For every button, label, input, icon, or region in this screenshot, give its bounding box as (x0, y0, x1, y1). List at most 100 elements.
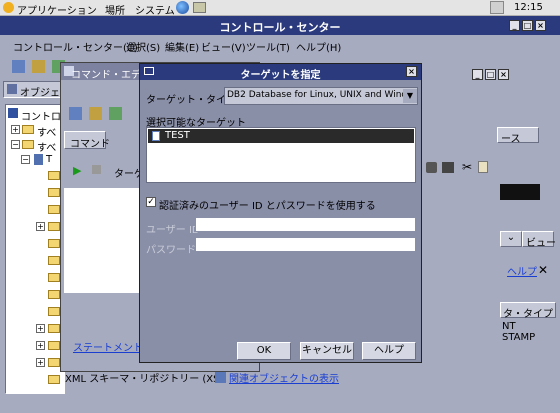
folder-icon (48, 341, 60, 350)
ok-button[interactable]: OK (237, 342, 291, 360)
expander-icon[interactable]: + (36, 222, 45, 231)
tab-object-label: オブジェ (20, 88, 60, 99)
help-button[interactable]: ヘルプ (362, 342, 416, 360)
applications-menu[interactable]: アプリケーション (17, 2, 97, 17)
instance-icon[interactable] (32, 60, 45, 73)
target-type-label: ターゲット・タイプ (146, 95, 236, 106)
close-icon[interactable]: × (406, 66, 417, 77)
menu-edit[interactable]: 編集(E) (165, 39, 199, 54)
related-objects-icon (215, 372, 226, 383)
folder-icon (22, 140, 34, 149)
type-column-header[interactable]: タ・タイプ (500, 302, 556, 320)
tree-root-icon (8, 108, 18, 118)
folder-icon (48, 290, 60, 299)
tree-item-xsr[interactable]: XML スキーマ・リポジトリー (XSR (65, 370, 226, 385)
instance-icon[interactable] (89, 107, 102, 120)
expander-icon[interactable]: − (21, 155, 30, 164)
maximize-icon[interactable]: □ (522, 20, 533, 31)
systems-icon[interactable] (69, 107, 82, 120)
menu-control-center[interactable]: コントロール・センター(C) (13, 39, 138, 54)
menu-tools[interactable]: ツール(T) (246, 39, 290, 54)
type-cell: NT (502, 321, 516, 332)
close-icon[interactable]: ✕ (538, 263, 548, 277)
tab-command-label: コマンド (70, 139, 110, 150)
db-icon (34, 154, 43, 165)
cancel-button[interactable]: キャンセル (300, 342, 354, 360)
minimize-icon[interactable]: _ (472, 69, 483, 80)
folder-icon (48, 324, 60, 333)
close-icon[interactable]: × (535, 20, 546, 31)
folder-icon (22, 125, 34, 134)
folder-icon (48, 358, 60, 367)
tab-object[interactable]: オブジェ (3, 81, 65, 99)
foot-icon (3, 2, 14, 13)
chevron-down-icon[interactable]: ▼ (403, 89, 417, 103)
view-dropdown-icon[interactable]: ⌄ (500, 231, 522, 247)
systems-icon[interactable] (12, 60, 25, 73)
source-column[interactable]: ース (497, 127, 539, 145)
find-icon[interactable] (426, 162, 437, 173)
stop-icon (92, 165, 101, 174)
maximize-icon[interactable]: □ (485, 69, 496, 80)
browser-icon[interactable] (176, 1, 189, 14)
binoculars-icon[interactable] (442, 162, 454, 173)
password-input[interactable] (195, 237, 416, 252)
password-label: パスワード (146, 245, 196, 256)
view-button[interactable]: ビュー (522, 231, 556, 249)
user-id-label: ユーザー ID (146, 225, 200, 236)
folder-icon (48, 171, 60, 180)
expander-icon[interactable]: + (11, 125, 20, 134)
tab-command[interactable]: コマンド (64, 131, 110, 150)
cut-icon[interactable]: ✂ (462, 160, 472, 174)
selected-row[interactable] (500, 184, 540, 200)
expander-icon[interactable]: − (11, 140, 20, 149)
run-icon[interactable]: ▶ (73, 164, 81, 177)
tree-item-root[interactable]: コントロ (21, 108, 61, 123)
database-icon[interactable] (109, 107, 122, 120)
user-id-input[interactable] (195, 217, 416, 232)
folder-icon (48, 256, 60, 265)
expander-icon[interactable]: + (36, 358, 45, 367)
target-type-select[interactable]: DB2 Database for Linux, UNIX and Wind...… (224, 87, 418, 105)
tree-item-all-1[interactable]: すべ (37, 124, 56, 139)
folder-icon (48, 273, 60, 282)
expander-icon[interactable]: + (36, 324, 45, 333)
folder-icon (48, 188, 60, 197)
copy-icon[interactable] (478, 161, 488, 173)
object-icon (7, 84, 17, 94)
folder-icon (48, 205, 60, 214)
tree-item-all-2[interactable]: すべ (37, 139, 56, 154)
folder-icon (48, 307, 60, 316)
targets-list[interactable]: TEST (146, 127, 416, 183)
view-button-label: ビュー (526, 238, 556, 249)
type-column-label: タ・タイプ (503, 309, 553, 320)
related-objects-link[interactable]: 関連オブジェクトの表示 (229, 370, 339, 385)
auth-checkbox[interactable]: ✓ (146, 197, 156, 207)
menu-select[interactable]: 選択(S) (126, 39, 160, 54)
minimize-icon[interactable]: _ (509, 20, 520, 31)
mail-icon[interactable] (193, 2, 206, 13)
main-title: コントロール・センター (219, 21, 341, 34)
help-link[interactable]: ヘルプ (507, 263, 537, 278)
main-titlebar[interactable]: コントロール・センター _ □ × (0, 16, 560, 35)
places-menu[interactable]: 場所 (105, 2, 125, 17)
menubar: コントロール・センター(C) 選択(S) 編集(E) ビュー(V) ツール(T)… (0, 36, 560, 54)
list-item[interactable]: TEST (148, 129, 414, 143)
target-type-value: DB2 Database for Linux, UNIX and Wind... (227, 90, 416, 100)
folder-icon (48, 222, 60, 231)
close-icon[interactable]: × (498, 69, 509, 80)
type-cell: STAMP (502, 332, 536, 343)
folder-icon (48, 239, 60, 248)
tree-folders: + + + + (30, 171, 60, 391)
dialog-titlebar[interactable]: ターゲットを指定 × (140, 64, 421, 81)
tree-item-db[interactable]: T (46, 154, 52, 165)
menu-help[interactable]: ヘルプ(H) (296, 39, 341, 54)
folder-icon (48, 375, 60, 384)
auth-checkbox-label: 認証済みのユーザー ID とパスワードを使用する (159, 201, 376, 212)
target-dialog: ターゲットを指定 × ターゲット・タイプ DB2 Database for Li… (139, 63, 422, 363)
system-menu[interactable]: システム (135, 2, 175, 17)
clock: 12:15 (514, 2, 543, 13)
target-name: TEST (165, 130, 190, 141)
menu-view[interactable]: ビュー(V) (201, 39, 246, 54)
expander-icon[interactable]: + (36, 341, 45, 350)
